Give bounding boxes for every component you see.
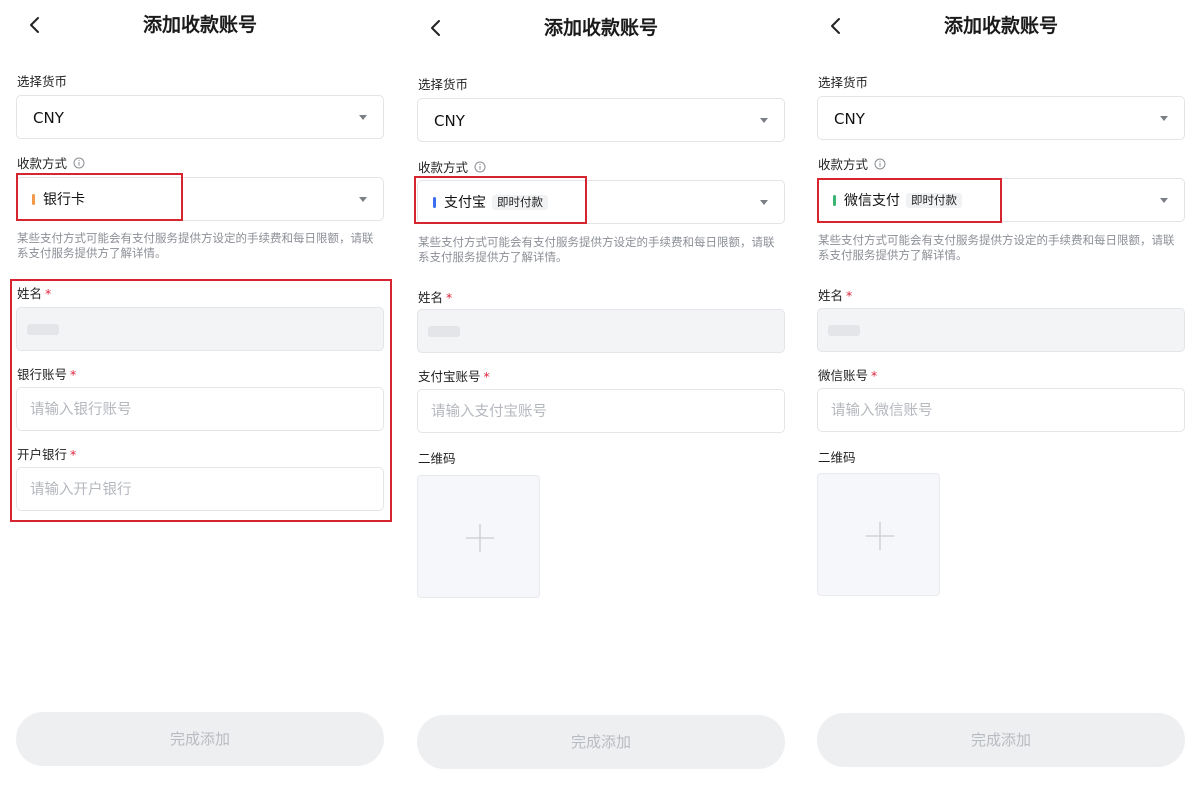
caret-down-icon: [760, 200, 768, 205]
currency-label: 选择货币: [17, 74, 68, 89]
name-label: 姓名 *: [818, 288, 853, 303]
wechat-account-input[interactable]: 请输入微信账号: [817, 388, 1185, 432]
currency-label: 选择货币: [418, 77, 469, 92]
instant-payment-badge: 即时付款: [906, 193, 962, 208]
opening-bank-placeholder: 请输入开户银行: [30, 482, 132, 498]
bank-account-placeholder: 请输入银行账号: [30, 402, 132, 418]
info-icon[interactable]: [474, 161, 486, 173]
page-title: 添加收款账号: [142, 14, 257, 36]
blurred-name-value: [828, 325, 860, 336]
blurred-name-value: [428, 326, 460, 337]
complete-add-button[interactable]: 完成添加: [16, 712, 384, 766]
payment-method-select[interactable]: 银行卡: [16, 177, 384, 221]
qr-code-upload[interactable]: [817, 473, 940, 596]
payment-method-label: 收款方式: [818, 157, 886, 173]
complete-add-button[interactable]: 完成添加: [417, 715, 785, 769]
wechat-color-marker: [833, 195, 836, 206]
opening-bank-label: 开户银行 *: [17, 447, 77, 462]
payment-method-select[interactable]: 微信支付 即时付款: [817, 178, 1185, 222]
payment-method-label: 收款方式: [418, 160, 486, 176]
name-label: 姓名 *: [17, 286, 52, 301]
currency-select[interactable]: CNY: [817, 96, 1185, 140]
currency-select[interactable]: CNY: [16, 95, 384, 139]
opening-bank-input[interactable]: 请输入开户银行: [16, 467, 384, 511]
blurred-name-value: [27, 324, 59, 335]
fee-hint: 某些支付方式可能会有支付服务提供方设定的手续费和每日限额，请联系支付服务提供方了…: [418, 235, 775, 264]
fee-hint: 某些支付方式可能会有支付服务提供方设定的手续费和每日限额，请联系支付服务提供方了…: [818, 233, 1175, 262]
name-field[interactable]: [817, 308, 1185, 352]
alipay-account-placeholder: 请输入支付宝账号: [431, 404, 547, 420]
caret-down-icon: [1160, 116, 1168, 121]
page-title: 添加收款账号: [943, 15, 1058, 37]
page-title: 添加收款账号: [543, 17, 658, 39]
wechat-account-placeholder: 请输入微信账号: [831, 403, 933, 419]
info-icon[interactable]: [73, 157, 85, 169]
qr-code-label: 二维码: [418, 451, 456, 466]
name-field[interactable]: [417, 309, 785, 353]
qr-code-label: 二维码: [818, 450, 856, 465]
caret-down-icon: [359, 197, 367, 202]
currency-label: 选择货币: [818, 75, 869, 90]
payment-method-name: 微信支付: [844, 193, 900, 209]
bank-card-color-marker: [32, 194, 35, 205]
caret-down-icon: [1160, 198, 1168, 203]
bank-account-input[interactable]: 请输入银行账号: [16, 387, 384, 431]
bank-account-label: 银行账号 *: [17, 367, 77, 382]
fee-hint: 某些支付方式可能会有支付服务提供方设定的手续费和每日限额，请联系支付服务提供方了…: [17, 231, 374, 260]
alipay-account-input[interactable]: 请输入支付宝账号: [417, 389, 785, 433]
info-icon[interactable]: [874, 158, 886, 170]
panel-wechat-pay: 添加收款账号 选择货币 CNY 收款方式 微信支付 即时付款 某些支付方式可能会…: [817, 1, 1185, 808]
name-field[interactable]: [16, 307, 384, 351]
alipay-color-marker: [433, 197, 436, 208]
plus-icon: [866, 522, 894, 550]
payment-method-name: 支付宝: [444, 195, 486, 211]
qr-code-upload[interactable]: [417, 475, 540, 598]
plus-icon: [466, 524, 494, 552]
currency-value: CNY: [33, 109, 64, 127]
wechat-account-label: 微信账号 *: [818, 368, 878, 383]
name-label: 姓名 *: [418, 290, 453, 305]
complete-add-button[interactable]: 完成添加: [817, 713, 1185, 767]
caret-down-icon: [760, 118, 768, 123]
currency-select[interactable]: CNY: [417, 98, 785, 142]
caret-down-icon: [359, 115, 367, 120]
panel-alipay: 添加收款账号 选择货币 CNY 收款方式 支付宝 即时付款 某些支付方式可能会有…: [414, 3, 785, 808]
payment-method-name: 银行卡: [43, 192, 85, 208]
currency-value: CNY: [434, 112, 465, 130]
instant-payment-badge: 即时付款: [492, 195, 548, 210]
alipay-account-label: 支付宝账号 *: [418, 369, 490, 384]
payment-method-select[interactable]: 支付宝 即时付款: [417, 180, 785, 224]
currency-value: CNY: [834, 110, 865, 128]
panel-bank-card: 添加收款账号 选择货币 CNY 收款方式 银行卡 某些支付方式可能会有支付服务提…: [10, 0, 392, 808]
payment-method-label: 收款方式: [17, 156, 85, 172]
